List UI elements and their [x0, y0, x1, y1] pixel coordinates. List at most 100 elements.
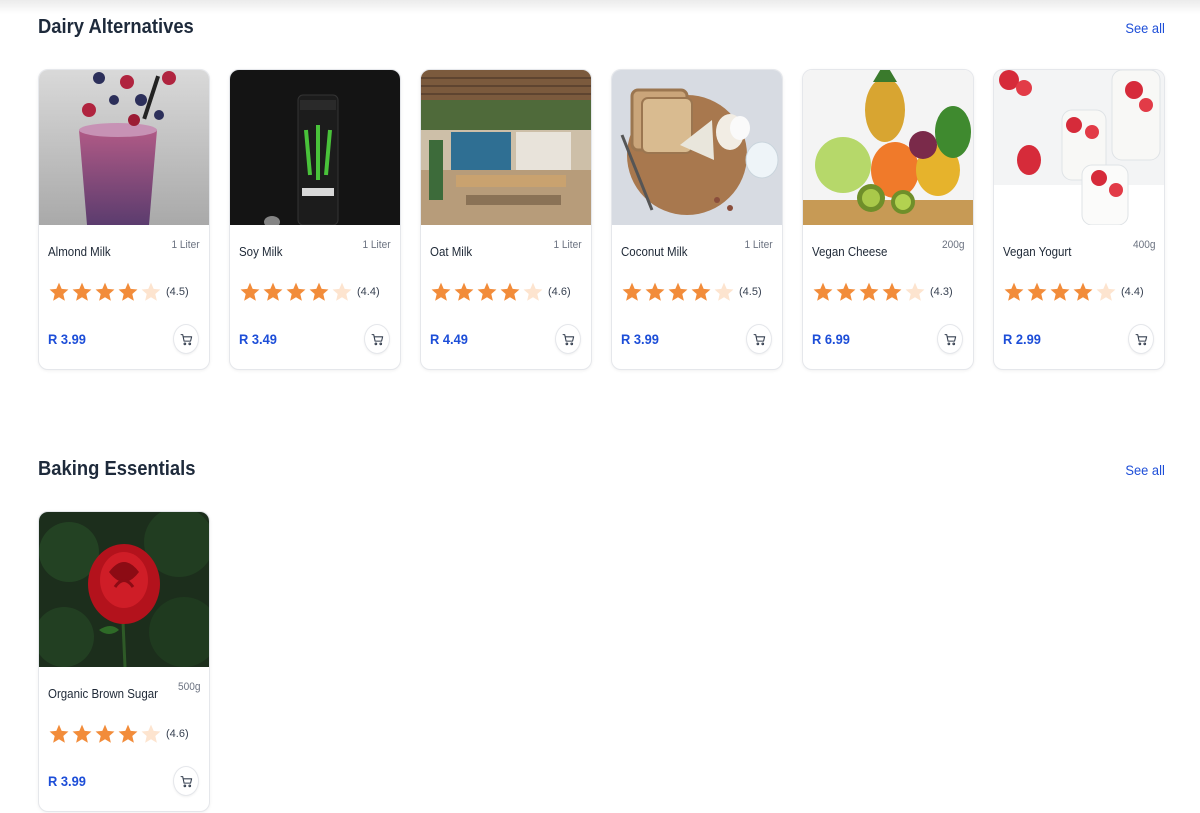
product-card[interactable]: Coconut Milk 1 Liter (4.5) R 3.99: [611, 69, 783, 370]
product-image[interactable]: [39, 512, 209, 667]
section-baking-essentials: Baking Essentials See all Organic Brown …: [38, 458, 1165, 813]
product-size: 200g: [941, 239, 964, 251]
product-price: R 4.49: [430, 331, 468, 347]
star-filled-icon: [668, 282, 688, 301]
star-filled-icon: [882, 282, 902, 301]
add-to-cart-button[interactable]: [1128, 324, 1154, 354]
product-size: 1 Liter: [553, 239, 582, 251]
product-size: 400g: [1132, 239, 1155, 251]
star-empty-icon: [141, 282, 161, 301]
product-name: Vegan Yogurt: [1003, 245, 1072, 259]
product-grid: Almond Milk 1 Liter (4.5) R 3.99 Soy Mil…: [38, 69, 1165, 371]
cart-icon: [180, 775, 193, 788]
star-filled-icon: [49, 724, 69, 743]
section-title: Dairy Alternatives: [38, 16, 194, 38]
product-image[interactable]: [230, 70, 400, 225]
add-to-cart-button[interactable]: [173, 766, 199, 796]
product-image[interactable]: [39, 70, 209, 225]
star-empty-icon: [523, 282, 543, 301]
product-card[interactable]: Soy Milk 1 Liter (4.4) R 3.49: [229, 69, 401, 370]
product-image[interactable]: [421, 70, 591, 225]
product-rating: (4.4): [1003, 281, 1144, 303]
product-image[interactable]: [612, 70, 782, 225]
star-filled-icon: [118, 282, 138, 301]
product-rating: (4.5): [621, 281, 762, 303]
cart-icon: [944, 333, 957, 346]
product-name: Organic Brown Sugar: [48, 687, 158, 701]
star-filled-icon: [118, 724, 138, 743]
star-empty-icon: [714, 282, 734, 301]
product-price: R 2.99: [1003, 331, 1041, 347]
add-to-cart-button[interactable]: [555, 324, 581, 354]
star-filled-icon: [645, 282, 665, 301]
star-filled-icon: [263, 282, 283, 301]
product-name: Almond Milk: [48, 245, 111, 259]
rating-value: (4.4): [357, 286, 380, 298]
star-filled-icon: [286, 282, 306, 301]
rating-value: (4.6): [548, 286, 571, 298]
product-rating: (4.4): [239, 281, 380, 303]
cart-icon: [562, 333, 575, 346]
star-empty-icon: [332, 282, 352, 301]
product-size: 1 Liter: [744, 239, 773, 251]
product-price: R 3.99: [48, 773, 86, 789]
product-card[interactable]: Organic Brown Sugar 500g (4.6) R 3.99: [38, 511, 210, 812]
product-rating: (4.6): [48, 723, 189, 745]
star-filled-icon: [477, 282, 497, 301]
rating-value: (4.6): [166, 728, 189, 740]
star-filled-icon: [1004, 282, 1024, 301]
product-grid: Organic Brown Sugar 500g (4.6) R 3.99: [38, 511, 1165, 813]
see-all-link[interactable]: See all: [1126, 20, 1165, 36]
header-shadow: [0, 0, 1200, 14]
add-to-cart-button[interactable]: [937, 324, 963, 354]
star-filled-icon: [95, 724, 115, 743]
star-filled-icon: [1027, 282, 1047, 301]
product-image[interactable]: [994, 70, 1164, 225]
rating-value: (4.4): [1121, 286, 1144, 298]
star-filled-icon: [72, 724, 92, 743]
rating-value: (4.5): [166, 286, 189, 298]
product-price: R 3.99: [621, 331, 659, 347]
product-card[interactable]: Oat Milk 1 Liter (4.6) R 4.49: [420, 69, 592, 370]
add-to-cart-button[interactable]: [364, 324, 390, 354]
product-rating: (4.6): [430, 281, 571, 303]
star-filled-icon: [240, 282, 260, 301]
star-filled-icon: [431, 282, 451, 301]
product-price: R 6.99: [812, 331, 850, 347]
cart-icon: [371, 333, 384, 346]
product-price: R 3.99: [48, 331, 86, 347]
product-name: Oat Milk: [430, 245, 473, 259]
section-dairy-alternatives: Dairy Alternatives See all Almond Milk 1…: [38, 16, 1165, 371]
product-name: Vegan Cheese: [812, 245, 888, 259]
product-card[interactable]: Vegan Cheese 200g (4.3) R 6.99: [802, 69, 974, 370]
product-image[interactable]: [803, 70, 973, 225]
star-filled-icon: [836, 282, 856, 301]
star-filled-icon: [500, 282, 520, 301]
star-filled-icon: [622, 282, 642, 301]
section-title: Baking Essentials: [38, 458, 196, 480]
product-name: Soy Milk: [239, 245, 283, 259]
star-empty-icon: [141, 724, 161, 743]
cart-icon: [753, 333, 766, 346]
star-empty-icon: [905, 282, 925, 301]
product-name: Coconut Milk: [621, 245, 688, 259]
add-to-cart-button[interactable]: [173, 324, 199, 354]
add-to-cart-button[interactable]: [746, 324, 772, 354]
see-all-link[interactable]: See all: [1126, 462, 1165, 478]
product-rating: (4.3): [812, 281, 953, 303]
star-filled-icon: [691, 282, 711, 301]
product-price: R 3.49: [239, 331, 277, 347]
product-card[interactable]: Vegan Yogurt 400g (4.4) R 2.99: [993, 69, 1165, 370]
cart-icon: [1135, 333, 1148, 346]
star-filled-icon: [1073, 282, 1093, 301]
product-size: 1 Liter: [171, 239, 200, 251]
star-empty-icon: [1096, 282, 1116, 301]
star-filled-icon: [309, 282, 329, 301]
star-filled-icon: [859, 282, 879, 301]
star-filled-icon: [95, 282, 115, 301]
star-filled-icon: [1050, 282, 1070, 301]
section-header: Dairy Alternatives See all: [38, 16, 1165, 56]
star-filled-icon: [813, 282, 833, 301]
product-card[interactable]: Almond Milk 1 Liter (4.5) R 3.99: [38, 69, 210, 370]
star-filled-icon: [72, 282, 92, 301]
